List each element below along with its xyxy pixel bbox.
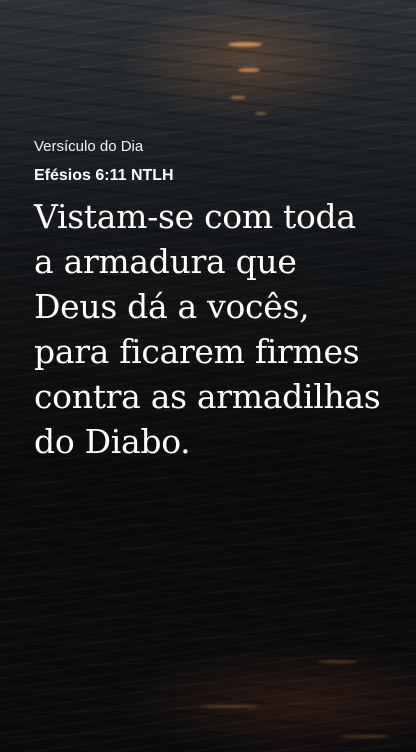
verse-text: Vistam-se com toda a armadura que Deus d… (34, 197, 381, 461)
verse-reference: Efésios 6:11 NTLH (34, 167, 174, 184)
verse-of-the-day-card[interactable]: Versículo do Dia Efésios 6:11 NTLH Vista… (34, 138, 392, 464)
verse-of-the-day-label: Versículo do Dia (34, 138, 144, 155)
